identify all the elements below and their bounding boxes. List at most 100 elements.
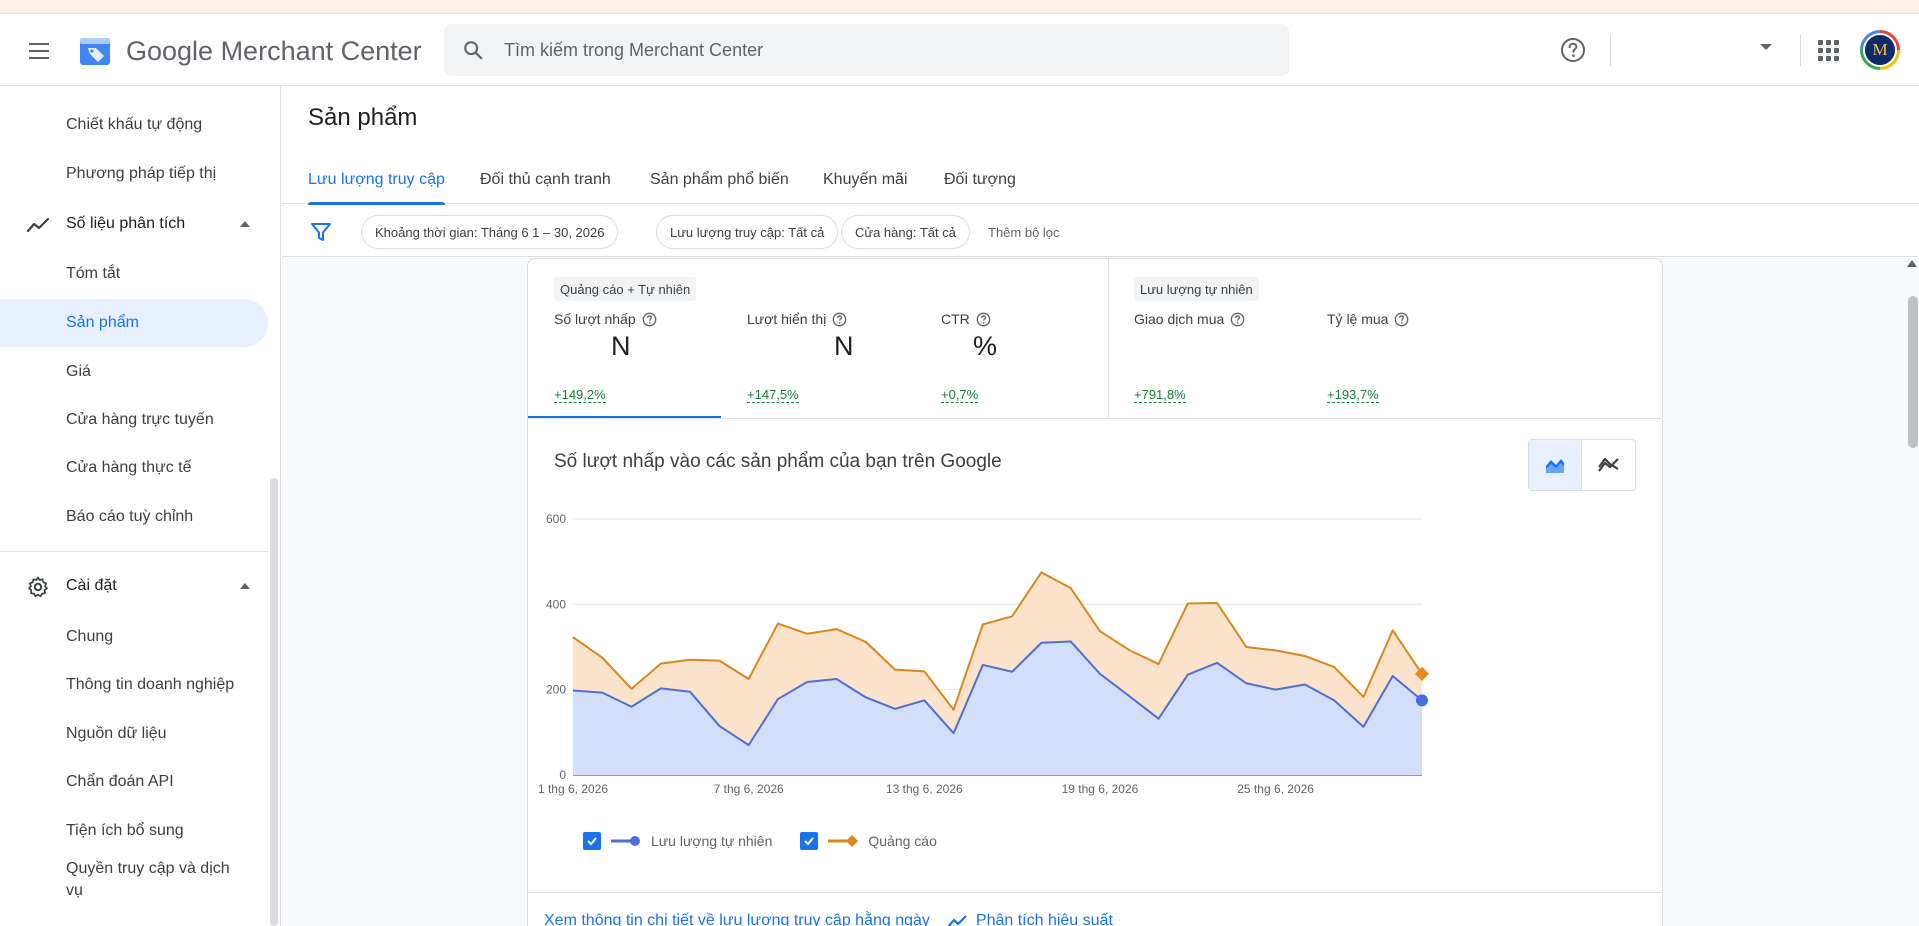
metric-ctr[interactable]: CTR % +0,7%: [941, 311, 1131, 419]
sidebar-item-data-sources[interactable]: Nguồn dữ liệu: [0, 710, 268, 758]
help-icon[interactable]: [1394, 312, 1409, 327]
tab-label: Đối thủ cạnh tranh: [480, 171, 611, 188]
sidebar-divider: [0, 551, 268, 552]
help-icon[interactable]: [832, 312, 847, 327]
metric-label-text: Tỷ lệ mua: [1327, 311, 1389, 327]
sidebar-section-label: Cài đặt: [66, 577, 117, 594]
legend-label: Lưu lượng tự nhiên: [651, 833, 773, 849]
tab-competitors[interactable]: Đối thủ cạnh tranh: [480, 156, 611, 204]
filter-chip-store[interactable]: Cửa hàng: Tất cả: [841, 215, 970, 249]
sidebar-item-add-ons[interactable]: Tiện ích bổ sung: [0, 807, 268, 855]
daily-traffic-details-link[interactable]: Xem thông tin chi tiết về lưu lượng truy…: [544, 912, 930, 926]
report-content: Quảng cáo + Tự nhiên Số lượt nhấp N +149…: [282, 258, 1919, 926]
x-tick-label: 13 thg 6, 2026: [886, 782, 963, 796]
sidebar-item-label: Quyền truy cập và dịch vụ: [66, 860, 230, 899]
sidebar-item-general[interactable]: Chung: [0, 613, 268, 661]
browser-top-strip: [0, 0, 1919, 14]
content-scrollbar-thumb[interactable]: [1908, 296, 1918, 448]
account-avatar[interactable]: M: [1860, 30, 1900, 70]
point-organic-last: [1416, 694, 1428, 707]
legend-item-organic[interactable]: Lưu lượng tự nhiên: [583, 832, 772, 850]
sidebar-section-analytics[interactable]: Số liệu phân tích: [0, 200, 268, 248]
sidebar-item-auto-discount[interactable]: Chiết khấu tự động: [0, 101, 268, 149]
sidebar-item-label: Tóm tắt: [66, 265, 121, 282]
card-footer: Xem thông tin chi tiết về lưu lượng truy…: [544, 912, 1113, 926]
checkbox-checked-icon: [583, 832, 601, 850]
filter-chip-traffic[interactable]: Lưu lượng truy cập: Tất cả: [656, 215, 839, 249]
help-icon[interactable]: [1560, 37, 1586, 63]
line-view-button[interactable]: [1582, 440, 1635, 490]
metric-change: +0,7%: [941, 387, 979, 403]
sidebar-item-products[interactable]: Sản phẩm: [0, 299, 268, 347]
checkbox-checked-icon: [800, 832, 819, 850]
search-input[interactable]: [504, 39, 1264, 61]
sidebar-item-marketing-methods[interactable]: Phương pháp tiếp thị: [0, 150, 268, 198]
chip-label: Cửa hàng: Tất cả: [855, 224, 956, 240]
account-dropdown-icon[interactable]: [1760, 44, 1772, 50]
metric-label-text: Giao dịch mua: [1134, 311, 1225, 327]
search-bar[interactable]: [444, 24, 1289, 76]
tab-promotions[interactable]: Khuyến mãi: [823, 156, 908, 204]
metric-impressions[interactable]: Lượt hiển thị N +147,5%: [747, 311, 937, 419]
metric-value: N: [611, 331, 631, 361]
y-tick-label: 200: [546, 683, 566, 697]
analyze-performance-link[interactable]: Phân tích hiệu suất: [976, 912, 1113, 926]
sidebar-item-label: Cửa hàng trực tuyến: [66, 411, 214, 428]
y-tick-label: 600: [546, 512, 566, 526]
sidebar-item-business-info[interactable]: Thông tin doanh nghiệp: [0, 661, 268, 709]
metric-change: +791,8%: [1134, 387, 1186, 403]
chart-title: Số lượt nhấp vào các sản phẩm của bạn tr…: [554, 451, 1002, 472]
menu-icon-bar: [29, 50, 49, 52]
sidebar-item-summary[interactable]: Tóm tắt: [0, 250, 268, 298]
add-filter-button[interactable]: Thêm bộ lọc: [988, 225, 1060, 240]
tab-traffic[interactable]: Lưu lượng truy cập: [308, 156, 445, 205]
metric-value: %: [973, 331, 998, 361]
tab-label: Sản phẩm phổ biến: [650, 171, 789, 188]
metric-group-label: Lưu lượng tự nhiên: [1134, 277, 1259, 301]
metric-label: Lượt hiển thị: [747, 311, 847, 327]
sidebar-item-label: Sản phẩm: [66, 314, 139, 331]
metric-label: Giao dịch mua: [1134, 311, 1245, 327]
sidebar-section-settings[interactable]: Cài đặt: [0, 562, 268, 610]
metrics-divider: [528, 418, 1662, 419]
app-title[interactable]: Google Merchant Center: [126, 36, 422, 67]
sidebar-scrollbar[interactable]: [270, 478, 278, 926]
sidebar-item-label: Tiện ích bổ sung: [66, 822, 184, 839]
stacked-area-view-button[interactable]: [1529, 440, 1583, 490]
sidebar-item-api-diagnostics[interactable]: Chẩn đoán API: [0, 758, 268, 806]
sidebar-item-physical-store[interactable]: Cửa hàng thực tế: [0, 444, 268, 492]
help-icon[interactable]: [642, 312, 657, 327]
y-tick-label: 0: [559, 768, 566, 782]
area-chart-icon: [1546, 459, 1564, 473]
google-apps-icon[interactable]: [1816, 38, 1840, 62]
filter-icon[interactable]: [310, 221, 332, 243]
metric-purchase-rate[interactable]: Tỷ lệ mua +193,7%: [1327, 311, 1517, 419]
sidebar-item-label: Cửa hàng thực tế: [66, 459, 192, 476]
tab-audiences[interactable]: Đối tượng: [944, 156, 1016, 204]
metric-clicks[interactable]: Số lượt nhấp N +149,2%: [554, 311, 744, 419]
sidebar-item-online-store[interactable]: Cửa hàng trực tuyến: [0, 396, 268, 444]
metric-group-ads-organic: Quảng cáo + Tự nhiên Số lượt nhấp N +149…: [554, 259, 1094, 419]
metric-group-divider: [1108, 259, 1109, 418]
header-divider: [1610, 34, 1611, 66]
header-divider: [1800, 34, 1801, 66]
sidebar-item-label: Thông tin doanh nghiệp: [66, 676, 235, 693]
sidebar-item-label: Chẩn đoán API: [66, 773, 174, 790]
sidebar-item-custom-reports[interactable]: Báo cáo tuỳ chỉnh: [0, 493, 268, 541]
help-icon[interactable]: [976, 312, 991, 327]
metric-label: Số lượt nhấp: [554, 311, 657, 327]
search-icon: [464, 41, 483, 60]
help-icon[interactable]: [1230, 312, 1245, 327]
collapse-caret-icon: [240, 583, 250, 589]
scroll-up-arrow-icon[interactable]: [1907, 260, 1917, 267]
chart-legend: Lưu lượng tự nhiên Quảng cáo: [583, 832, 965, 850]
tab-popular-products[interactable]: Sản phẩm phổ biến: [650, 156, 789, 204]
sidebar-item-access-services[interactable]: Quyền truy cập và dịch vụ: [0, 858, 268, 914]
filter-chip-date-range[interactable]: Khoảng thời gian: Tháng 6 1 – 30, 2026: [361, 215, 619, 249]
sidebar-item-price[interactable]: Giá: [0, 348, 268, 396]
sidebar: Chiết khấu tự động Phương pháp tiếp thị …: [0, 86, 281, 926]
main-menu-button[interactable]: [24, 36, 54, 66]
metric-purchases[interactable]: Giao dịch mua +791,8%: [1134, 311, 1324, 419]
card-footer-divider: [528, 892, 1662, 893]
legend-item-ads[interactable]: Quảng cáo: [800, 832, 937, 850]
